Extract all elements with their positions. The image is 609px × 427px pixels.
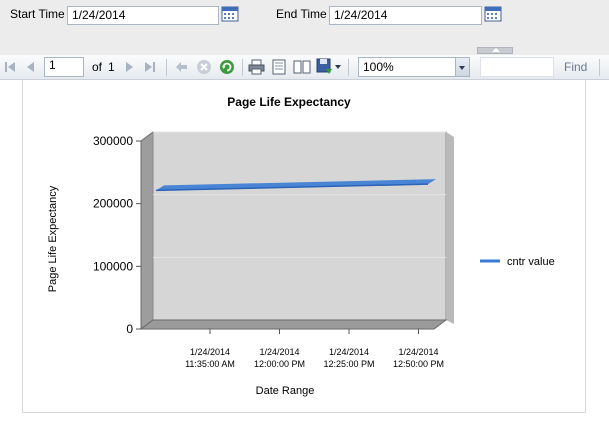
page-of-label: of (92, 60, 103, 74)
print-layout-icon[interactable] (271, 59, 287, 75)
parameter-bar: Start Time 1/24/2014 End Time 1/24/2014 (0, 0, 609, 46)
find-input[interactable] (480, 57, 554, 77)
report-toolbar: 1 of 1 100% Find (0, 55, 609, 80)
x-tick-label: 1/24/2014 (259, 347, 299, 357)
x-tick-label: 1/24/2014 (190, 347, 230, 357)
x-tick-label: 1/24/2014 (398, 347, 438, 357)
start-time-label: Start Time (10, 7, 65, 21)
prev-page-icon[interactable] (24, 61, 36, 73)
toolbar-separator (348, 59, 349, 76)
last-page-icon[interactable] (144, 61, 156, 73)
x-axis-label: Date Range (256, 385, 315, 397)
start-calendar-icon[interactable] (221, 6, 239, 22)
parameter-splitter (0, 46, 609, 55)
report-canvas: Page Life Expectancy 0 100000 200000 300000… (22, 80, 586, 413)
legend: cntr value (480, 256, 555, 268)
toolbar-separator (599, 59, 600, 76)
first-page-icon[interactable] (4, 61, 16, 73)
stop-icon[interactable] (196, 59, 212, 75)
y-tick-label: 200000 (93, 197, 133, 211)
start-time-input[interactable]: 1/24/2014 (67, 6, 219, 25)
end-calendar-icon[interactable] (484, 6, 502, 22)
chevron-down-icon[interactable] (455, 58, 469, 76)
chart-floor (139, 319, 448, 330)
x-tick-label: 11:35:00 AM (185, 359, 235, 369)
y-axis-label: Page Life Expectancy (47, 185, 59, 292)
x-tick-label: 12:25:00 PM (323, 359, 374, 369)
export-dropdown-icon[interactable] (335, 65, 341, 69)
chart-title: Page Life Expectancy (227, 95, 351, 109)
end-time-label: End Time (276, 7, 327, 21)
page-number-input[interactable]: 1 (44, 57, 84, 77)
x-tick-label: 12:50:00 PM (393, 359, 444, 369)
y-tick-label: 0 (126, 322, 133, 336)
export-icon[interactable] (316, 58, 334, 76)
zoom-value: 100% (363, 60, 394, 74)
chart-left-wall (140, 131, 154, 330)
y-tick-label: 300000 (93, 134, 133, 148)
toolbar-separator (166, 59, 167, 76)
page-total: 1 (108, 60, 115, 74)
legend-label: cntr value (507, 256, 555, 268)
refresh-icon[interactable] (219, 59, 235, 75)
find-button[interactable]: Find (564, 60, 587, 74)
print-icon[interactable] (248, 59, 265, 75)
y-tick-label: 100000 (93, 259, 133, 273)
chart-right-wall (446, 132, 454, 324)
x-axis: 1/24/2014 11:35:00 AM 1/24/2014 12:00:00 PM… (185, 329, 444, 369)
line-chart: Page Life Expectancy 0 100000 200000 300000… (47, 95, 555, 397)
back-icon[interactable] (175, 61, 188, 73)
end-time-input[interactable]: 1/24/2014 (329, 6, 482, 25)
chart-back-wall (152, 131, 447, 321)
zoom-select[interactable]: 100% (358, 57, 470, 77)
y-axis: 0 100000 200000 300000 (93, 134, 141, 336)
collapse-parameters-button[interactable] (477, 47, 513, 54)
next-page-icon[interactable] (124, 61, 136, 73)
x-tick-label: 1/24/2014 (329, 347, 369, 357)
toolbar-separator (242, 59, 243, 76)
x-tick-label: 12:00:00 PM (254, 359, 305, 369)
page-setup-icon[interactable] (293, 59, 311, 75)
